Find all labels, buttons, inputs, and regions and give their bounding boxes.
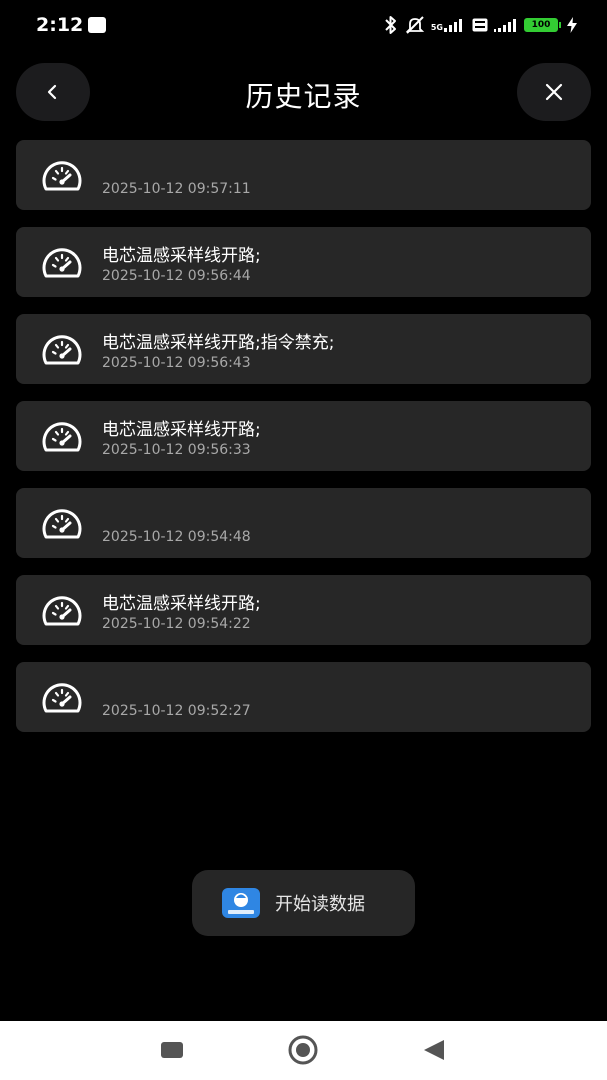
battery-icon: 100 <box>524 18 561 32</box>
back-triangle-icon[interactable] <box>422 1035 446 1065</box>
volte-icon <box>472 18 488 32</box>
network-type: 5G <box>430 23 443 32</box>
record-timestamp: 2025-10-12 09:56:44 <box>102 268 251 284</box>
history-record[interactable]: 2025-10-12 09:54:48 <box>16 488 591 558</box>
close-button[interactable] <box>517 63 591 121</box>
signal-icon-2 <box>494 19 516 32</box>
speedometer-icon <box>40 594 84 628</box>
bluetooth-icon <box>385 16 396 34</box>
close-icon <box>545 83 563 101</box>
speedometer-icon <box>40 333 84 367</box>
navigation-bar <box>0 1021 607 1080</box>
record-message: 电芯温感采样线开路; <box>102 420 261 440</box>
status-icons: 5G 100 <box>383 14 577 36</box>
app-logo-icon <box>222 888 260 918</box>
record-timestamp: 2025-10-12 09:52:27 <box>102 703 251 719</box>
battery-level: 100 <box>531 20 551 30</box>
speedometer-icon <box>40 420 84 454</box>
history-list: 2025-10-12 09:57:11 电芯温感采样线开路; 2025-10-12 … <box>16 140 591 749</box>
home-icon[interactable] <box>287 1035 319 1065</box>
status-bar: 2:12 5G 100 <box>0 0 607 52</box>
record-message: 电芯温感采样线开路; <box>102 246 261 266</box>
record-timestamp: 2025-10-12 09:54:22 <box>102 616 251 632</box>
history-record[interactable]: 2025-10-12 09:52:27 <box>16 662 591 732</box>
speedometer-icon <box>40 681 84 715</box>
speedometer-icon <box>40 507 84 541</box>
status-time: 2:12 <box>36 14 84 36</box>
record-message: 电芯温感采样线开路; <box>102 594 261 614</box>
recents-icon[interactable] <box>160 1035 184 1065</box>
speedometer-icon <box>40 246 84 280</box>
record-timestamp: 2025-10-12 09:56:33 <box>102 442 251 458</box>
history-record[interactable]: 电芯温感采样线开路;指令禁充; 2025-10-12 09:56:43 <box>16 314 591 384</box>
signal-icon <box>444 19 462 32</box>
record-timestamp: 2025-10-12 09:57:11 <box>102 181 251 197</box>
record-message: 电芯温感采样线开路;指令禁充; <box>102 333 335 353</box>
history-record[interactable]: 2025-10-12 09:57:11 <box>16 140 591 210</box>
history-record[interactable]: 电芯温感采样线开路; 2025-10-12 09:56:33 <box>16 401 591 471</box>
notification-icon <box>88 17 106 33</box>
silent-icon <box>405 16 425 34</box>
toast-text: 开始读数据 <box>275 894 365 915</box>
toast-message: 开始读数据 <box>192 870 415 936</box>
record-timestamp: 2025-10-12 09:54:48 <box>102 529 251 545</box>
signal-group-1: 5G <box>431 18 466 32</box>
speedometer-icon <box>40 159 84 193</box>
charging-icon <box>567 17 577 33</box>
record-timestamp: 2025-10-12 09:56:43 <box>102 355 251 371</box>
history-record[interactable]: 电芯温感采样线开路; 2025-10-12 09:54:22 <box>16 575 591 645</box>
history-record[interactable]: 电芯温感采样线开路; 2025-10-12 09:56:44 <box>16 227 591 297</box>
page-title: 历史记录 <box>245 80 362 113</box>
